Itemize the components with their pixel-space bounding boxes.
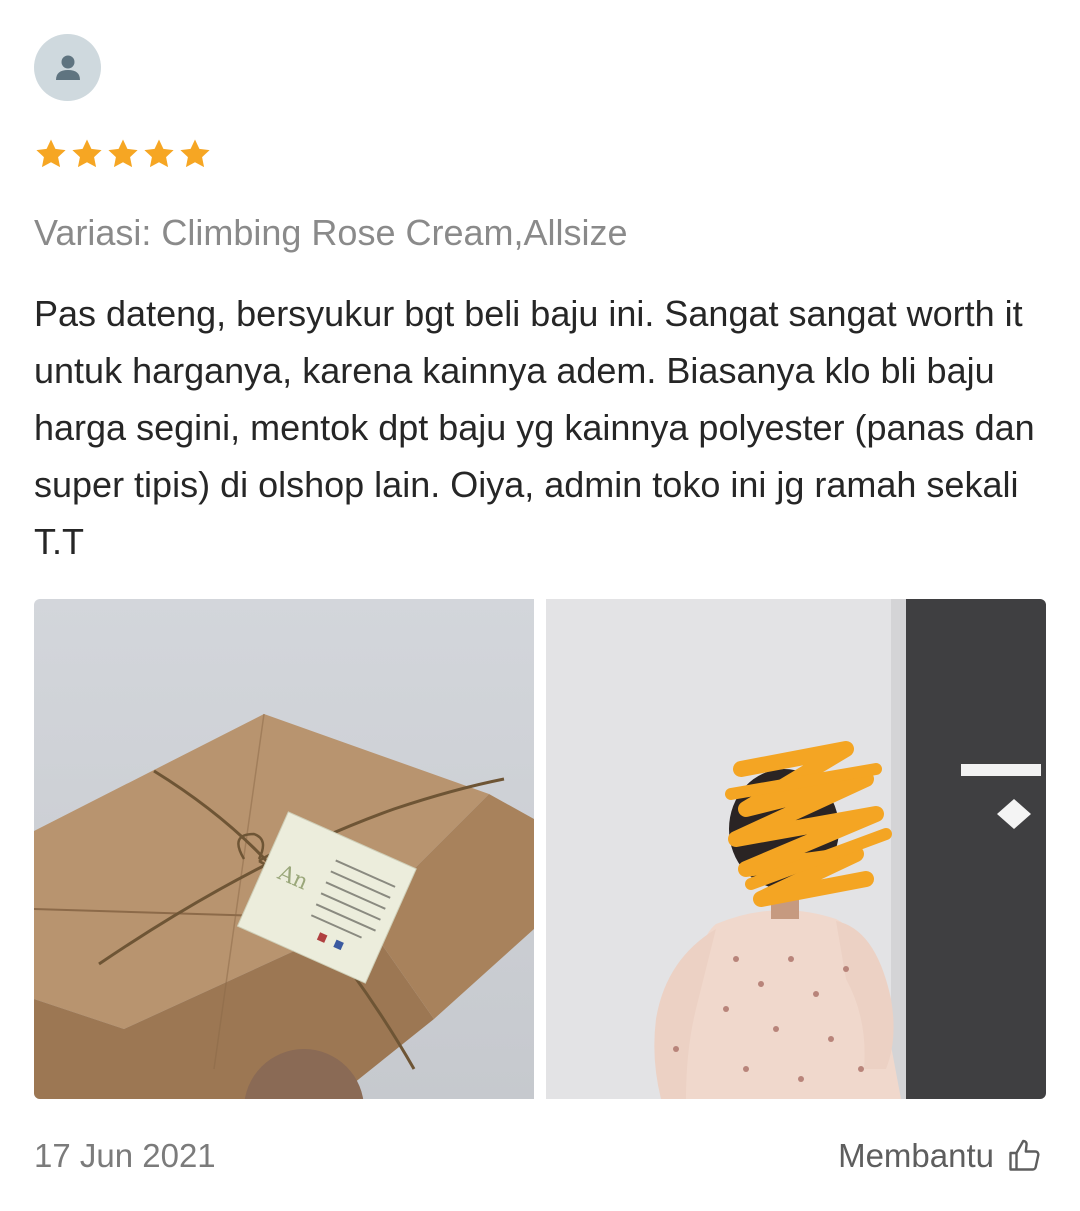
review-photo-dress[interactable] [546, 599, 1046, 1099]
star-icon [180, 139, 210, 168]
helpful-label: Membantu [838, 1137, 994, 1174]
star-icon [36, 139, 66, 168]
thumbs-up-icon [1009, 1139, 1040, 1171]
helpful-button[interactable]: Membantu [838, 1134, 1042, 1178]
reviewer-avatar [34, 34, 101, 101]
star-icon [144, 139, 174, 168]
review-photo-package[interactable]: An [34, 599, 534, 1099]
review-text: Pas dateng, bersyukur bgt beli baju ini.… [34, 293, 1035, 562]
variation-label: Variasi: Climbing Rose Cream,Allsize [34, 212, 628, 253]
star-icon [72, 139, 102, 168]
star-icon [108, 139, 138, 168]
review-date: 17 Jun 2021 [34, 1137, 216, 1174]
user-icon [55, 55, 80, 80]
star-rating [34, 137, 212, 171]
